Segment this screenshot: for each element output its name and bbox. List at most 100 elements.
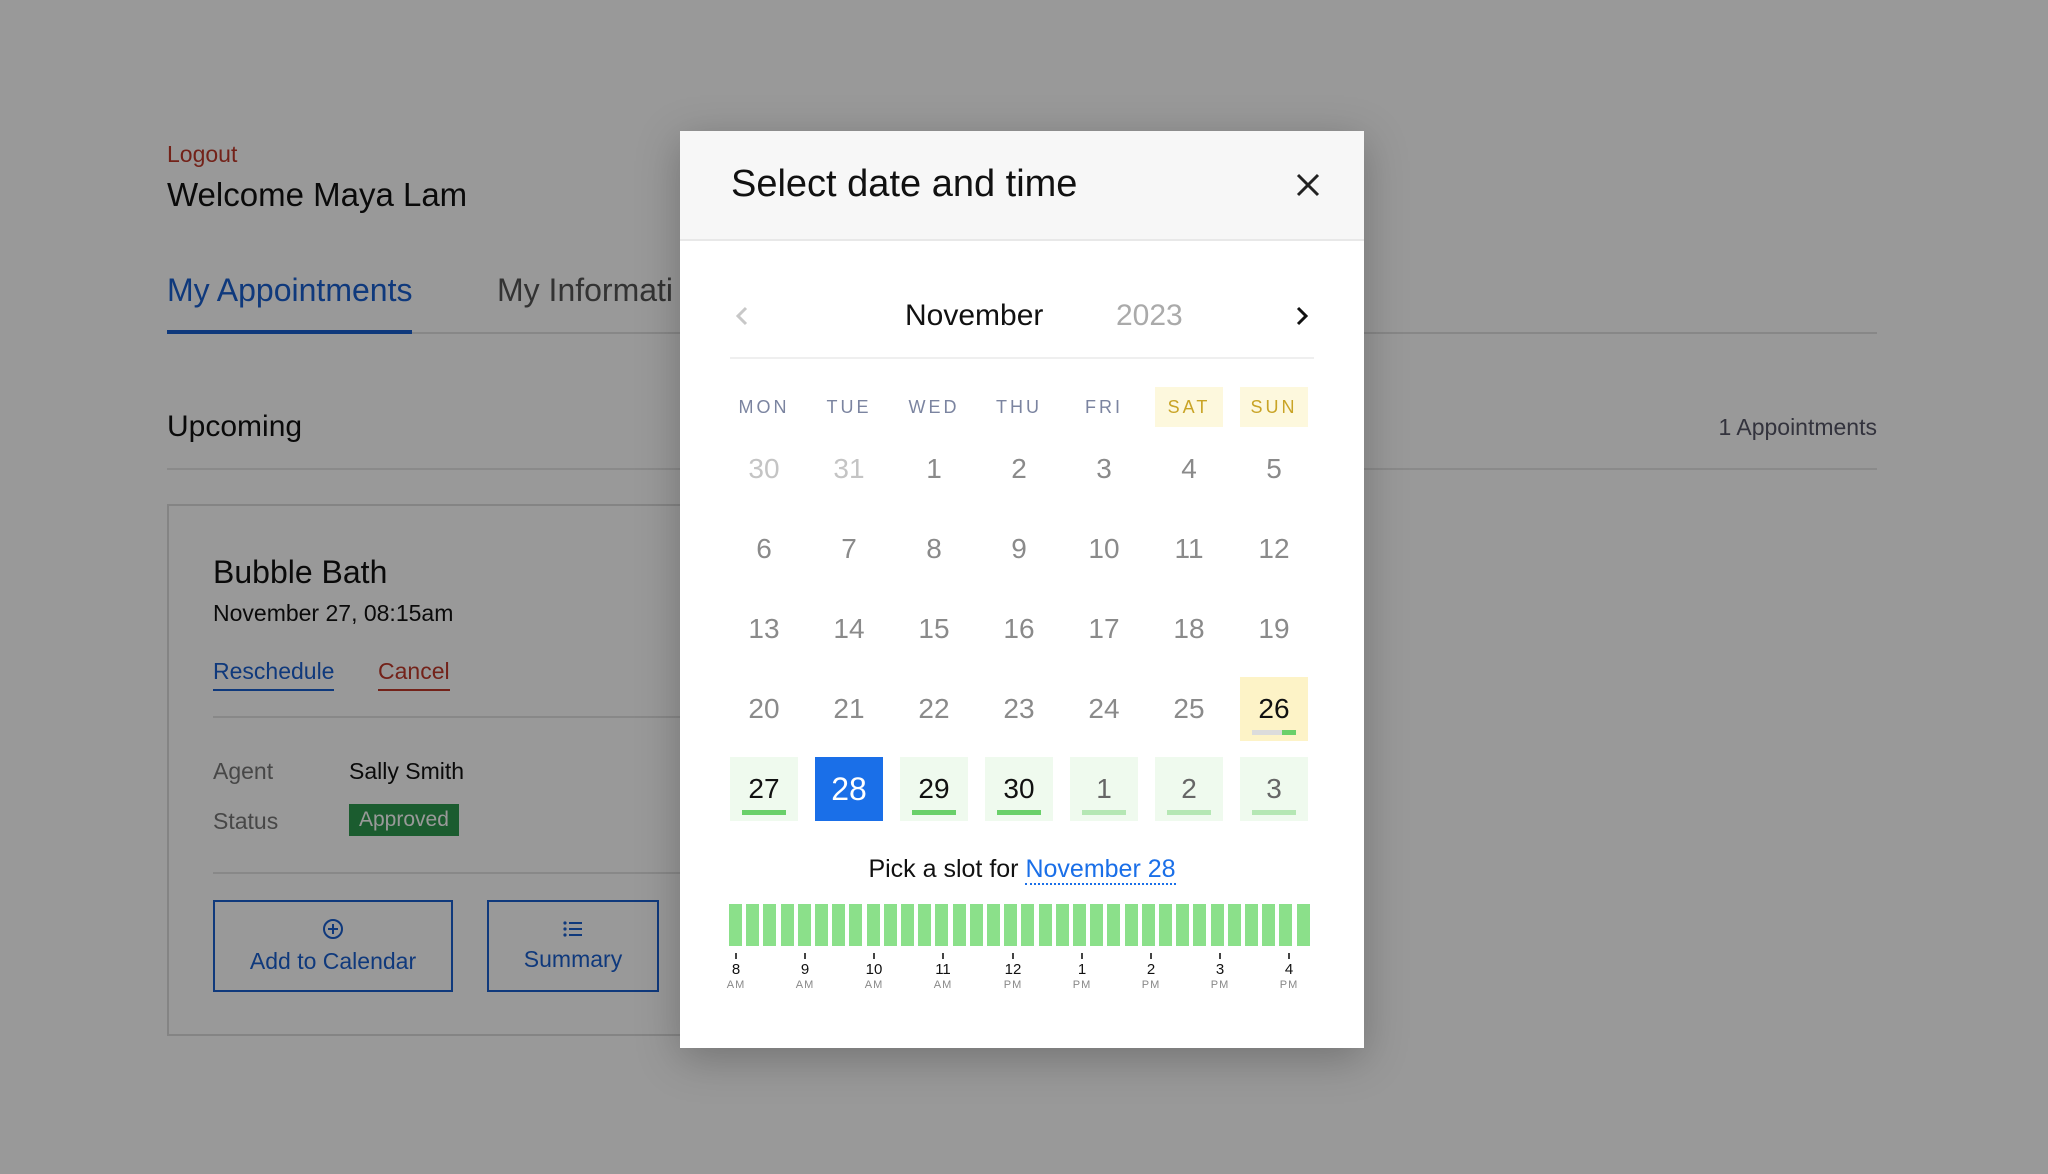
time-slot[interactable] [1245, 904, 1258, 946]
weekday-mon: MON [738, 397, 790, 417]
availability-bar [1167, 810, 1211, 815]
calendar-day-number: 3 [1266, 773, 1282, 804]
time-tick: 2 PM [1131, 953, 1171, 992]
previous-month-button[interactable] [730, 301, 754, 331]
time-slot[interactable] [1073, 904, 1086, 946]
calendar-day: 17 [1088, 613, 1120, 644]
calendar-day-available[interactable]: 29 [900, 757, 968, 821]
modal-title: Select date and time [731, 163, 1078, 205]
pick-slot-prompt: Pick a slot for November 28 [680, 855, 1364, 885]
calendar-day: 31 [833, 453, 865, 484]
calendar-day-number: 26 [1258, 693, 1290, 724]
time-slot[interactable] [832, 904, 845, 946]
calendar-day-available[interactable]: 1 [1070, 757, 1138, 821]
time-tick: 9 AM [785, 953, 825, 992]
availability-bar [997, 810, 1041, 815]
time-slot[interactable] [918, 904, 931, 946]
calendar-day: 18 [1173, 613, 1205, 644]
weekday-thu: THU [996, 397, 1042, 417]
time-tick: 1 PM [1062, 953, 1102, 992]
calendar-day: 20 [748, 693, 780, 724]
time-slot[interactable] [884, 904, 897, 946]
availability-bar-open [1282, 730, 1296, 735]
availability-bar [1082, 810, 1126, 815]
time-tick: 11 AM [923, 953, 963, 992]
close-button[interactable] [1292, 169, 1324, 201]
chevron-right-icon [1296, 306, 1309, 326]
time-tick: 4 PM [1269, 953, 1309, 992]
time-slot[interactable] [1193, 904, 1206, 946]
time-slot[interactable] [1159, 904, 1172, 946]
time-slot[interactable] [1021, 904, 1034, 946]
calendar-day: 23 [1003, 693, 1035, 724]
weekday-sat: SAT [1155, 387, 1223, 427]
time-slot[interactable] [781, 904, 794, 946]
time-slot[interactable] [763, 904, 776, 946]
time-slot[interactable] [815, 904, 828, 946]
calendar-day-available[interactable]: 27 [730, 757, 798, 821]
time-slot[interactable] [867, 904, 880, 946]
time-slot[interactable] [953, 904, 966, 946]
time-tick: 8 AM [716, 953, 756, 992]
time-slot[interactable] [970, 904, 983, 946]
time-slot[interactable] [1039, 904, 1052, 946]
calendar-day: 30 [748, 453, 780, 484]
chevron-left-icon [735, 306, 748, 326]
time-slot[interactable] [1056, 904, 1069, 946]
calendar-day: 19 [1258, 613, 1290, 644]
time-slot[interactable] [1125, 904, 1138, 946]
time-slot[interactable] [1297, 904, 1310, 946]
time-slot[interactable] [987, 904, 1000, 946]
calendar-day: 11 [1174, 533, 1204, 564]
month-label: November [905, 299, 1044, 332]
availability-bar [1252, 810, 1296, 815]
calendar-day: 9 [1011, 533, 1027, 564]
weekday-tue: TUE [826, 397, 872, 417]
pick-slot-text: Pick a slot for [868, 855, 1026, 883]
time-slot[interactable] [1228, 904, 1241, 946]
year-label: 2023 [1116, 299, 1183, 332]
calendar-day-today[interactable]: 26 [1240, 677, 1308, 741]
time-slot[interactable] [935, 904, 948, 946]
time-slot[interactable] [1176, 904, 1189, 946]
weekday-sun: SUN [1240, 387, 1308, 427]
time-tick: 12 PM [993, 953, 1033, 992]
date-time-modal: Select date and time November 2023 MON T… [680, 131, 1364, 1048]
time-slot[interactable] [746, 904, 759, 946]
calendar-day-number: 29 [918, 773, 950, 804]
calendar-day: 14 [833, 613, 865, 644]
time-slot[interactable] [1279, 904, 1292, 946]
calendar-day-number: 1 [1096, 773, 1112, 804]
calendar-day: 4 [1181, 453, 1197, 484]
calendar-day: 25 [1173, 693, 1205, 724]
time-slot[interactable] [1004, 904, 1017, 946]
time-slot[interactable] [901, 904, 914, 946]
selected-date-link[interactable]: November 28 [1025, 855, 1176, 885]
time-slot[interactable] [798, 904, 811, 946]
calendar-day: 15 [918, 613, 950, 644]
time-tick: 10 AM [854, 953, 894, 992]
time-axis: 8 AM 9 AM 10 AM 11 AM 12 PM 1 PM 2 PM 3 PM 4 PM [727, 953, 1315, 1003]
calendar-day-number: 2 [1181, 773, 1197, 804]
time-slot[interactable] [1262, 904, 1275, 946]
calendar-day: 10 [1088, 533, 1120, 564]
time-slot[interactable] [729, 904, 742, 946]
calendar-navigation: November 2023 [730, 291, 1314, 359]
time-slot[interactable] [1090, 904, 1103, 946]
calendar-day: 16 [1003, 613, 1035, 644]
time-slot[interactable] [1211, 904, 1224, 946]
time-slot-strip [729, 904, 1315, 946]
time-slot[interactable] [849, 904, 862, 946]
calendar-day: 1 [926, 453, 942, 484]
time-slot[interactable] [1142, 904, 1155, 946]
calendar-day-available[interactable]: 2 [1155, 757, 1223, 821]
time-tick: 3 PM [1200, 953, 1240, 992]
calendar-day: 6 [756, 533, 772, 564]
calendar-day-selected[interactable]: 28 [815, 757, 883, 821]
calendar-day-available[interactable]: 3 [1240, 757, 1308, 821]
calendar-day: 8 [926, 533, 942, 564]
next-month-button[interactable] [1290, 301, 1314, 331]
calendar-day-available[interactable]: 30 [985, 757, 1053, 821]
availability-bar [742, 810, 786, 815]
time-slot[interactable] [1107, 904, 1120, 946]
